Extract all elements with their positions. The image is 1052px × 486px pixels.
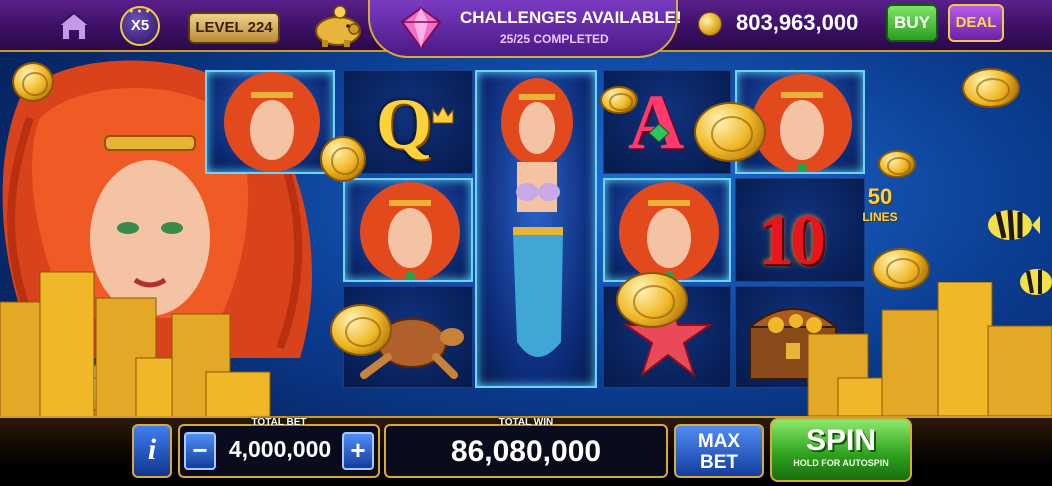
reel-cell-mermaid: [205, 70, 335, 174]
paylines-badge: 50 LINES: [860, 184, 900, 256]
reel-cell-ten: 10: [735, 178, 865, 282]
ten-symbol: 10: [758, 200, 826, 280]
reel-cell-mermaid: [603, 178, 731, 282]
multiplier-value: X5: [130, 17, 150, 34]
gold-coin-icon: [962, 68, 1020, 108]
coin-icon: [698, 12, 722, 36]
gold-coin-icon: [320, 136, 366, 182]
spin-button[interactable]: SPIN HOLD FOR AUTOSPIN: [770, 418, 912, 482]
reel-cell-mermaid-full: [475, 70, 597, 388]
multiplier-dots-icon: ● ● ●: [129, 8, 151, 15]
reel-cell-mermaid: [343, 178, 473, 282]
challenges-banner[interactable]: CHALLENGES AVAILABLE! 25/25 COMPLETED: [368, 0, 682, 58]
mermaid-symbol-icon: [224, 72, 320, 172]
deal-button[interactable]: DEAL: [948, 4, 1004, 42]
home-icon[interactable]: [54, 10, 94, 42]
total-bet-panel: TOTAL BET − 4,000,000 +: [178, 417, 380, 478]
mermaid-full-symbol-icon: [501, 78, 573, 357]
total-win-label: TOTAL WIN: [498, 417, 554, 428]
multiplier-badge[interactable]: ● ● ● X5: [120, 6, 160, 46]
total-bet-value: 4,000,000: [228, 436, 332, 462]
challenges-title: CHALLENGES AVAILABLE!: [460, 8, 682, 27]
total-win-panel: TOTAL WIN 86,080,000: [384, 417, 668, 478]
mermaid-symbol-icon: [619, 182, 719, 280]
spin-label: SPIN: [805, 424, 877, 457]
crown-icon: [432, 105, 454, 124]
angelfish-icon: [988, 209, 1040, 241]
challenges-progress: 25/25 COMPLETED: [500, 32, 609, 46]
buy-button[interactable]: BUY: [886, 4, 938, 42]
max-bet-button[interactable]: MAX BET: [674, 424, 764, 478]
max-bet-label-line2: BET: [700, 452, 738, 473]
gold-coin-icon: [600, 86, 638, 114]
info-button[interactable]: i: [132, 424, 172, 478]
piggy-bank-icon[interactable]: [310, 4, 366, 48]
level-badge[interactable]: LEVEL 224: [188, 12, 280, 44]
gold-coin-icon: [878, 150, 916, 178]
slot-game-screen: ● ● ● X5 LEVEL 224 CHALLENGES AVAILABLE!…: [0, 0, 1052, 486]
a-symbol: A: [628, 78, 685, 165]
gem-icon: [400, 6, 442, 50]
coin-stacks-right: [807, 282, 1052, 416]
coin-stacks-left: [0, 271, 271, 418]
gold-coin-icon: [616, 272, 688, 328]
coin-balance: 803,963,000: [736, 10, 859, 35]
total-bet-label: TOTAL BET: [251, 417, 307, 428]
paylines-count: 50: [867, 184, 893, 209]
emerald-icon: [648, 123, 670, 143]
increase-bet-button[interactable]: +: [342, 432, 374, 470]
autospin-hint: HOLD FOR AUTOSPIN: [793, 458, 889, 468]
total-win-value: 86,080,000: [450, 435, 602, 468]
mermaid-symbol-icon: [360, 182, 460, 280]
gold-coin-icon: [694, 102, 766, 162]
q-symbol: Q: [376, 84, 433, 164]
decrease-bet-button[interactable]: −: [184, 432, 216, 470]
max-bet-label-line1: MAX: [697, 431, 741, 452]
gold-coin-icon: [330, 304, 392, 356]
gold-coin-icon: [12, 62, 54, 102]
top-bar: ● ● ● X5 LEVEL 224 CHALLENGES AVAILABLE!…: [0, 0, 1052, 58]
paylines-label: LINES: [862, 210, 898, 224]
